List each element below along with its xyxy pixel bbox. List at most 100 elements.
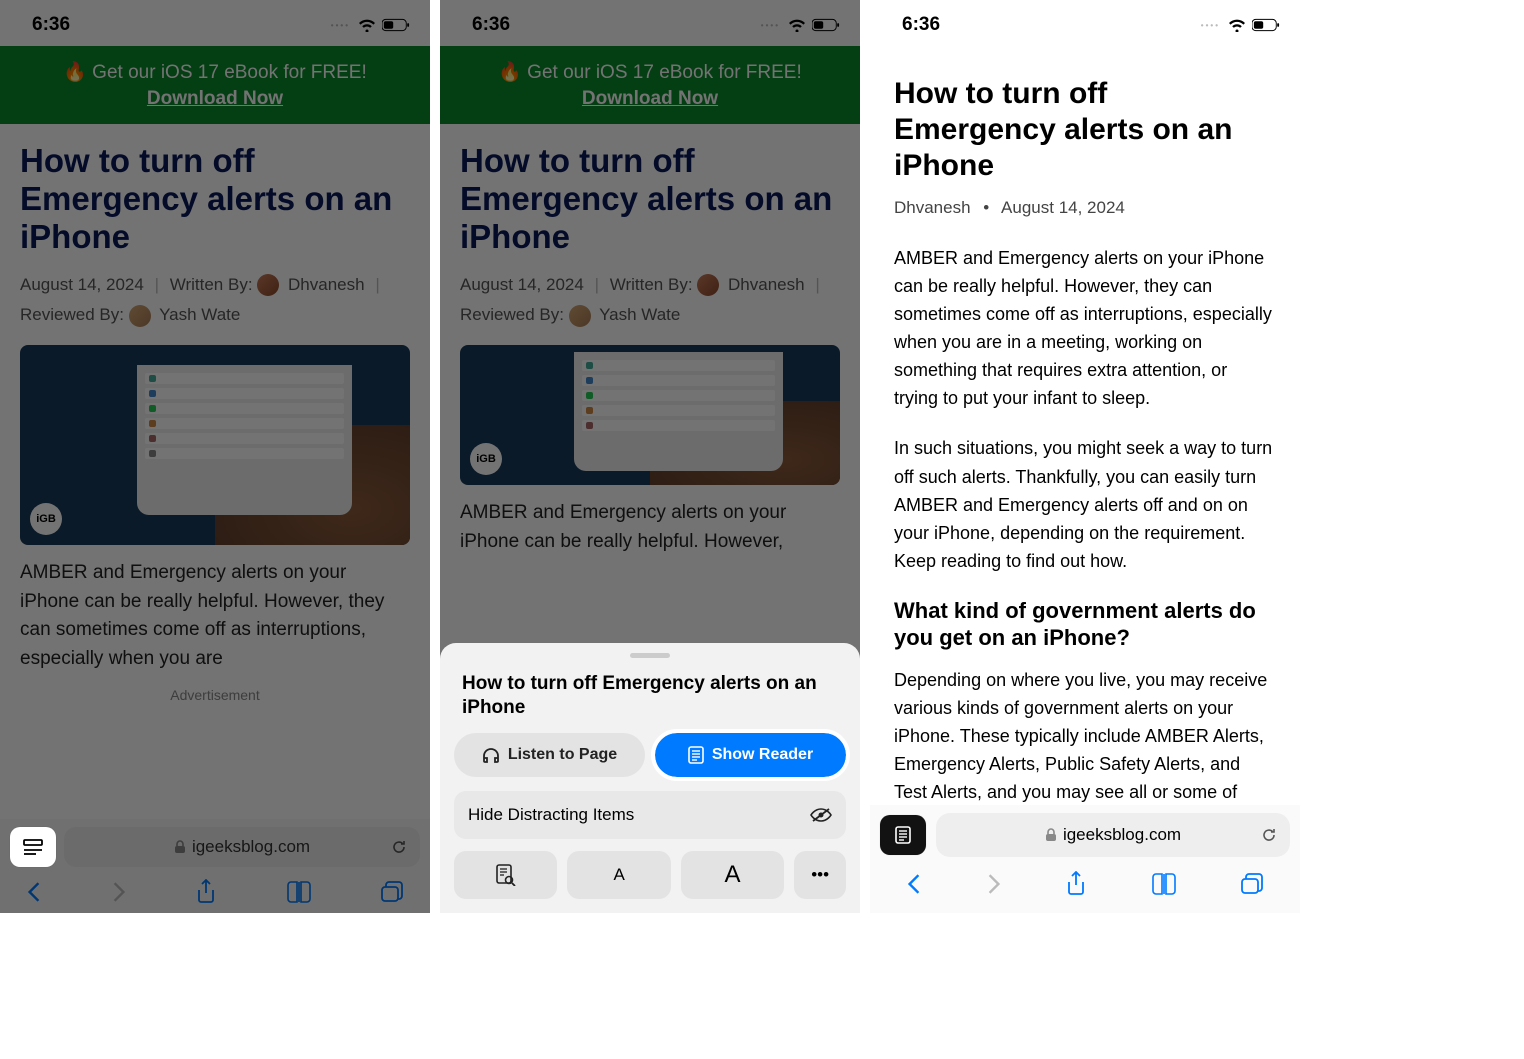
reader-h2: What kind of government alerts do you ge…	[894, 597, 1276, 652]
show-reader-button[interactable]: Show Reader	[655, 733, 846, 777]
status-right: •••• 40	[331, 18, 410, 32]
find-on-page-button[interactable]	[454, 851, 557, 899]
author-name[interactable]: Dhvanesh	[728, 275, 805, 294]
safari-nav	[880, 863, 1290, 905]
hero-badge: iGB	[470, 443, 502, 475]
reader-title: How to turn off Emergency alerts on an i…	[894, 76, 1276, 184]
safari-toolbar: igeeksblog.com	[870, 805, 1300, 913]
headphones-icon	[482, 746, 500, 764]
reviewer-name[interactable]: Yash Wate	[599, 305, 680, 324]
font-controls: A A •••	[454, 851, 846, 899]
article-date: August 14, 2024	[460, 275, 584, 294]
status-dots: ••••	[331, 21, 350, 30]
wifi-icon	[788, 18, 806, 32]
bookmarks-icon[interactable]	[286, 881, 312, 903]
tabs-icon[interactable]	[380, 881, 404, 903]
lock-icon	[1045, 828, 1057, 842]
safari-nav	[0, 871, 430, 913]
url-text: igeeksblog.com	[1063, 825, 1181, 845]
battery-icon: 40	[382, 18, 410, 32]
written-by-label: Written By:	[170, 275, 253, 294]
reader-p1: AMBER and Emergency alerts on your iPhon…	[894, 244, 1276, 412]
sheet-grabber[interactable]	[630, 653, 670, 658]
banner-download-link[interactable]: Download Now	[10, 88, 420, 110]
phone-screenshot-2: 6:36 •••• 40 🔥 Get our iOS 17 eBook for …	[440, 0, 860, 913]
status-right: •••• 40	[1201, 18, 1280, 32]
page-menu-sheet: How to turn off Emergency alerts on an i…	[440, 643, 860, 913]
wifi-icon	[1228, 18, 1246, 32]
font-increase-button[interactable]: A	[681, 851, 784, 899]
svg-text:40: 40	[1264, 21, 1272, 30]
url-text: igeeksblog.com	[192, 837, 310, 857]
reader-meta: Dhvanesh • August 14, 2024	[894, 198, 1276, 218]
phone-screenshot-1: 6:36 •••• 40 🔥 Get our iOS 17 eBook for …	[0, 0, 430, 913]
promo-banner[interactable]: 🔥 Get our iOS 17 eBook for FREE! Downloa…	[0, 46, 430, 124]
status-time: 6:36	[32, 14, 70, 36]
status-dots: ••••	[761, 21, 780, 30]
font-decrease-button[interactable]: A	[567, 851, 670, 899]
status-time: 6:36	[472, 14, 510, 36]
author-avatar	[257, 274, 279, 296]
lock-icon	[174, 840, 186, 854]
reader-view[interactable]: How to turn off Emergency alerts on an i…	[870, 46, 1300, 806]
back-icon[interactable]	[906, 873, 922, 895]
article-date: August 14, 2024	[20, 275, 144, 294]
status-bar: 6:36 •••• 40	[870, 0, 1300, 46]
back-icon[interactable]	[26, 881, 42, 903]
status-time: 6:36	[902, 14, 940, 36]
safari-toolbar: igeeksblog.com	[0, 819, 430, 913]
ad-label: Advertisement	[20, 687, 410, 703]
intro-paragraph: AMBER and Emergency alerts on your iPhon…	[460, 499, 840, 556]
tabs-icon[interactable]	[1240, 873, 1264, 895]
banner-download-link[interactable]: Download Now	[450, 88, 850, 110]
forward-icon	[986, 873, 1002, 895]
reader-p2: In such situations, you might seek a way…	[894, 434, 1276, 574]
more-options-button[interactable]: •••	[794, 851, 846, 899]
status-bar: 6:36 •••• 40	[0, 0, 430, 46]
reader-icon	[895, 826, 911, 844]
forward-icon	[111, 881, 127, 903]
svg-text:40: 40	[394, 21, 402, 30]
banner-line1: 🔥 Get our iOS 17 eBook for FREE!	[498, 62, 802, 83]
promo-banner[interactable]: 🔥 Get our iOS 17 eBook for FREE! Downloa…	[440, 46, 860, 124]
author-name[interactable]: Dhvanesh	[288, 275, 365, 294]
battery-icon: 40	[1252, 18, 1280, 32]
listen-to-page-button[interactable]: Listen to Page	[454, 733, 645, 777]
reviewer-avatar	[129, 305, 151, 327]
page-menu-button[interactable]	[10, 827, 56, 867]
article-title: How to turn off Emergency alerts on an i…	[460, 142, 840, 256]
article-meta: August 14, 2024 | Written By: Dhvanesh |…	[20, 270, 410, 331]
article-title: How to turn off Emergency alerts on an i…	[20, 142, 410, 256]
url-bar[interactable]: igeeksblog.com	[936, 813, 1290, 857]
phone-screenshot-3: 6:36 •••• 40 How to turn off Emergency a…	[870, 0, 1300, 913]
hero-badge: iGB	[30, 503, 62, 535]
reader-icon	[688, 746, 704, 764]
refresh-icon[interactable]	[1260, 826, 1278, 844]
status-right: •••• 40	[761, 18, 840, 32]
page-settings-icon	[22, 838, 44, 856]
share-icon[interactable]	[1065, 871, 1087, 897]
status-bar: 6:36 •••• 40	[440, 0, 860, 46]
sheet-title: How to turn off Emergency alerts on an i…	[454, 668, 846, 733]
bookmarks-icon[interactable]	[1151, 873, 1177, 895]
hide-distracting-button[interactable]: Hide Distracting Items	[454, 791, 846, 839]
written-by-label: Written By:	[610, 275, 693, 294]
article-meta: August 14, 2024 | Written By: Dhvanesh |…	[460, 270, 840, 331]
svg-text:40: 40	[824, 21, 832, 30]
battery-icon: 40	[812, 18, 840, 32]
reviewer-name[interactable]: Yash Wate	[159, 305, 240, 324]
article-content: How to turn off Emergency alerts on an i…	[0, 124, 430, 721]
share-icon[interactable]	[195, 879, 217, 905]
intro-paragraph: AMBER and Emergency alerts on your iPhon…	[20, 559, 410, 673]
author-avatar	[697, 274, 719, 296]
reader-p3: Depending on where you live, you may rec…	[894, 666, 1276, 806]
reader-date: August 14, 2024	[1001, 198, 1125, 217]
url-bar[interactable]: igeeksblog.com	[64, 827, 420, 867]
hero-image: iGB	[460, 345, 840, 485]
reviewer-avatar	[569, 305, 591, 327]
status-dots: ••••	[1201, 21, 1220, 30]
page-menu-button-active[interactable]	[880, 815, 926, 855]
hero-image: iGB	[20, 345, 410, 545]
reviewed-by-label: Reviewed By:	[20, 305, 124, 324]
refresh-icon[interactable]	[390, 838, 408, 856]
